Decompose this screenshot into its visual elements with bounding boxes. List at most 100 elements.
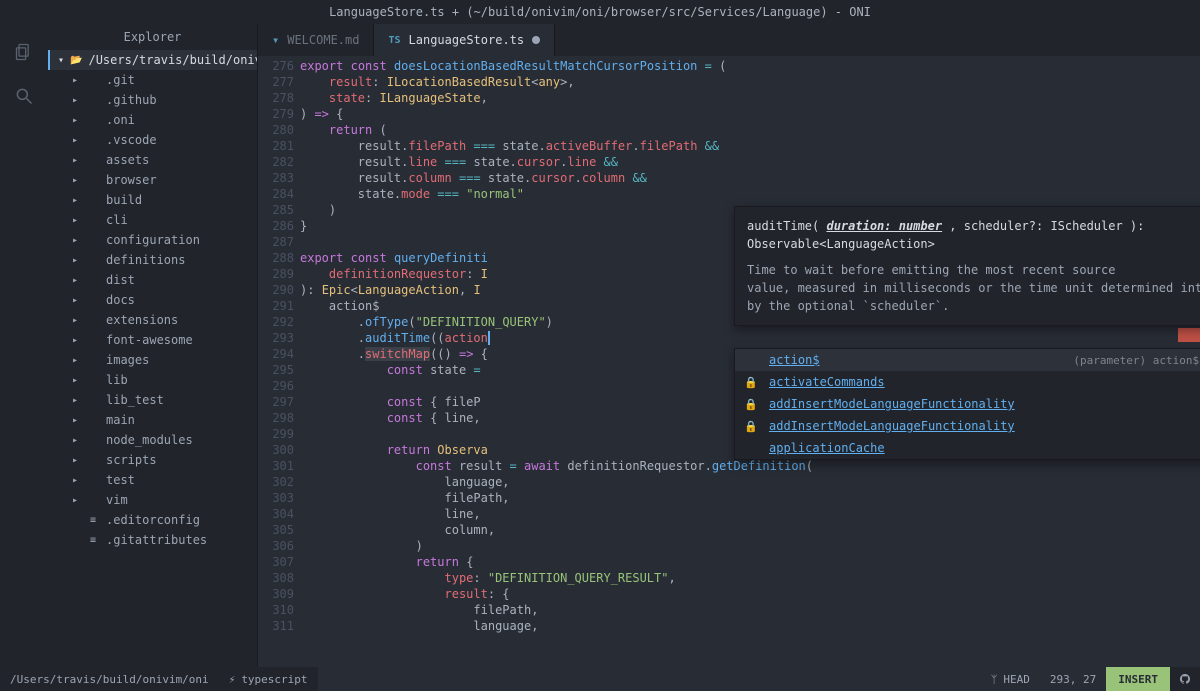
code-line[interactable]: line,	[300, 506, 1200, 522]
autocomplete-label: activateCommands	[769, 375, 885, 389]
root-label: /Users/travis/build/onivi…	[88, 53, 257, 67]
tree-item-label: cli	[106, 213, 128, 227]
tree-item[interactable]: ≡.gitattributes	[48, 530, 257, 550]
code-line[interactable]: )	[300, 538, 1200, 554]
line-number: 307	[258, 554, 294, 570]
line-gutter: 2762772782792802812822832842852862872882…	[258, 56, 300, 667]
code-line[interactable]: export const doesLocationBasedResultMatc…	[300, 58, 1200, 74]
code-line[interactable]: language,	[300, 618, 1200, 634]
chevron-right-icon: ▸	[72, 95, 80, 106]
code-line[interactable]: result.column === state.cursor.column &&	[300, 170, 1200, 186]
autocomplete-item[interactable]: 🔒addInsertModeLanguageFunctionality	[735, 415, 1200, 437]
chevron-right-icon: ▸	[72, 255, 80, 266]
code-line[interactable]: result.filePath === state.activeBuffer.f…	[300, 138, 1200, 154]
chevron-right-icon: ▸	[72, 115, 80, 126]
chevron-right-icon: ▸	[72, 295, 80, 306]
tree-item[interactable]: ▸configuration	[48, 230, 257, 250]
tree-item[interactable]: ▸cli	[48, 210, 257, 230]
autocomplete-item[interactable]: 🔒addInsertModeLanguageFunctionality	[735, 393, 1200, 415]
markdown-icon: ▾	[272, 33, 279, 47]
tab-label: LanguageStore.ts	[409, 33, 525, 47]
tree-item-label: vim	[106, 493, 128, 507]
tree-item[interactable]: ▸test	[48, 470, 257, 490]
tree-item-label: .github	[106, 93, 157, 107]
code-line[interactable]: const result = await definitionRequestor…	[300, 458, 1200, 474]
tree-item[interactable]: ▸main	[48, 410, 257, 430]
autocomplete-popup[interactable]: action$(parameter) action$: ActionsObser…	[734, 348, 1200, 460]
code-line[interactable]: type: "DEFINITION_QUERY_RESULT",	[300, 570, 1200, 586]
editor-tab[interactable]: TS LanguageStore.ts	[374, 24, 555, 56]
code-line[interactable]: result: ILocationBasedResult<any>,	[300, 74, 1200, 90]
tree-item[interactable]: ▸lib	[48, 370, 257, 390]
tree-item[interactable]: ▸ .github	[48, 90, 257, 110]
line-number: 280	[258, 122, 294, 138]
status-branch[interactable]: ᛘ HEAD	[981, 667, 1040, 691]
line-number: 296	[258, 378, 294, 394]
line-number: 285	[258, 202, 294, 218]
github-icon[interactable]	[1170, 667, 1200, 691]
files-icon[interactable]	[12, 40, 36, 64]
code-line[interactable]: filePath,	[300, 490, 1200, 506]
line-number: 306	[258, 538, 294, 554]
tab-label: WELCOME.md	[287, 33, 359, 47]
signature-help-popup: auditTime( duration: number , scheduler?…	[734, 206, 1200, 326]
tree-item[interactable]: ▸lib_test	[48, 390, 257, 410]
code-line[interactable]: column,	[300, 522, 1200, 538]
chevron-right-icon: ▸	[72, 315, 80, 326]
autocomplete-item[interactable]: 🔒activateCommands	[735, 371, 1200, 393]
status-bar: /Users/travis/build/onivim/oni ⚡ typescr…	[0, 667, 1200, 691]
search-icon[interactable]	[12, 84, 36, 108]
error-marker-icon[interactable]	[1178, 328, 1200, 342]
chevron-right-icon: ▸	[72, 415, 80, 426]
status-position[interactable]: 293, 27	[1040, 667, 1106, 691]
tree-item[interactable]: ▸browser	[48, 170, 257, 190]
code-line[interactable]: ) => {	[300, 106, 1200, 122]
tree-item[interactable]: ▸.oni	[48, 110, 257, 130]
line-number: 278	[258, 90, 294, 106]
activity-bar	[0, 24, 48, 667]
tree-item[interactable]: ▸definitions	[48, 250, 257, 270]
file-icon: ≡	[86, 515, 100, 526]
tree-item[interactable]: ▸build	[48, 190, 257, 210]
tree-item[interactable]: ▸extensions	[48, 310, 257, 330]
code-line[interactable]: return {	[300, 554, 1200, 570]
code-line[interactable]: language,	[300, 474, 1200, 490]
tree-item[interactable]: ▸docs	[48, 290, 257, 310]
window-titlebar: LanguageStore.ts + (~/build/onivim/oni/b…	[0, 0, 1200, 24]
status-path[interactable]: /Users/travis/build/onivim/oni	[0, 667, 219, 691]
tree-item[interactable]: ▸node_modules	[48, 430, 257, 450]
line-number: 287	[258, 234, 294, 250]
autocomplete-item[interactable]: applicationCache	[735, 437, 1200, 459]
code-line[interactable]: .auditTime((action	[300, 330, 1200, 346]
tree-item[interactable]: ≡.editorconfig	[48, 510, 257, 530]
tree-item[interactable]: ▸scripts	[48, 450, 257, 470]
autocomplete-item[interactable]: action$(parameter) action$: ActionsObser…	[735, 349, 1200, 371]
typescript-icon: TS	[388, 35, 400, 46]
tree-item[interactable]: ▸images	[48, 350, 257, 370]
tree-item[interactable]: ▸assets	[48, 150, 257, 170]
tree-item[interactable]: ▸dist	[48, 270, 257, 290]
editor-tab[interactable]: ▾ WELCOME.md	[258, 24, 374, 56]
tree-item[interactable]: ▸ vim	[48, 490, 257, 510]
code-line[interactable]: result: {	[300, 586, 1200, 602]
tree-item-label: font-awesome	[106, 333, 193, 347]
chevron-right-icon: ▸	[72, 355, 80, 366]
code-line[interactable]: return (	[300, 122, 1200, 138]
code-line[interactable]: state.mode === "normal"	[300, 186, 1200, 202]
code-line[interactable]: filePath,	[300, 602, 1200, 618]
tree-item[interactable]: ▸.vscode	[48, 130, 257, 150]
code-line[interactable]: state: ILanguageState,	[300, 90, 1200, 106]
code-line[interactable]: result.line === state.cursor.line &&	[300, 154, 1200, 170]
tree-root[interactable]: ▾ 📂 /Users/travis/build/onivi…	[48, 50, 257, 70]
tree-item-label: .git	[106, 73, 135, 87]
line-number: 298	[258, 410, 294, 426]
chevron-right-icon: ▸	[72, 275, 80, 286]
tree-item[interactable]: ▸.git	[48, 70, 257, 90]
tree-item[interactable]: ▸font-awesome	[48, 330, 257, 350]
chevron-right-icon: ▸	[72, 495, 80, 506]
status-language[interactable]: ⚡ typescript	[219, 667, 318, 691]
tree-item-label: browser	[106, 173, 157, 187]
tree-item-label: node_modules	[106, 433, 193, 447]
chevron-right-icon: ▸	[72, 455, 80, 466]
autocomplete-label: applicationCache	[769, 441, 885, 455]
